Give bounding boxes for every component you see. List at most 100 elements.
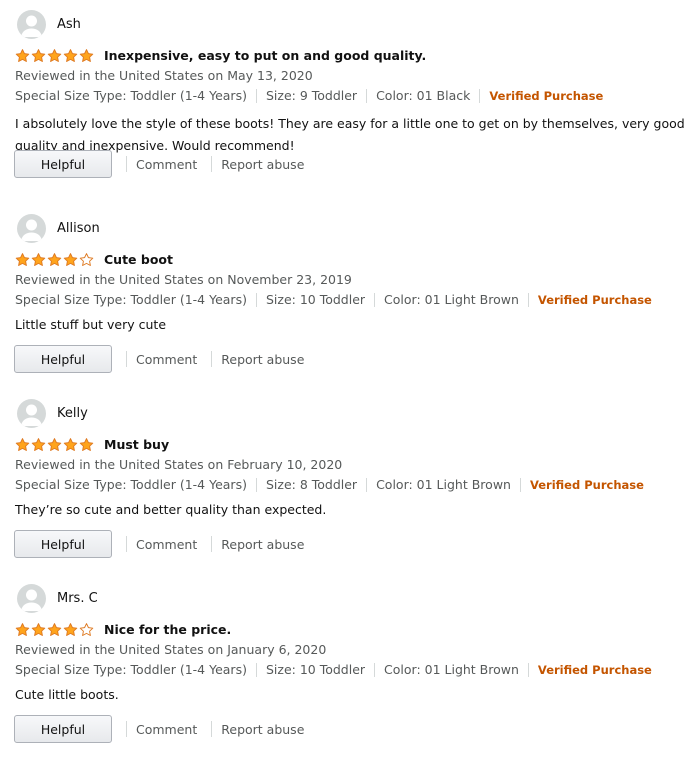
divider bbox=[211, 156, 213, 172]
divider bbox=[527, 662, 529, 677]
report-abuse-link[interactable]: Report abuse bbox=[221, 722, 304, 737]
comment-link[interactable]: Comment bbox=[136, 722, 197, 737]
star-filled-icon bbox=[15, 253, 30, 266]
star-filled-icon bbox=[31, 49, 46, 62]
reviewer-profile[interactable]: Kelly bbox=[17, 399, 88, 428]
divider bbox=[126, 156, 127, 172]
verified-purchase-badge: Verified Purchase bbox=[537, 292, 652, 307]
comment-link[interactable]: Comment bbox=[136, 537, 197, 552]
size-type-label[interactable]: Special Size Type: Toddler (1-4 Years) bbox=[15, 88, 247, 103]
review-actions: Helpful Comment Report abuse bbox=[14, 530, 304, 558]
reviewer-profile[interactable]: Mrs. C bbox=[17, 584, 98, 613]
review-date: Reviewed in the United States on Februar… bbox=[15, 457, 343, 472]
review-format-strip: Special Size Type: Toddler (1-4 Years) S… bbox=[15, 88, 603, 103]
size-label[interactable]: Size: 10 Toddler bbox=[266, 292, 365, 307]
review-body: Little stuff but very cute bbox=[15, 317, 167, 332]
helpful-button[interactable]: Helpful bbox=[14, 530, 112, 558]
star-rating[interactable] bbox=[15, 437, 95, 452]
reviewer-name: Ash bbox=[57, 17, 81, 32]
helpful-button[interactable]: Helpful bbox=[14, 345, 112, 373]
avatar-icon bbox=[17, 584, 46, 613]
star-filled-icon bbox=[79, 49, 94, 62]
review-title[interactable]: Must buy bbox=[104, 437, 169, 452]
star-filled-icon bbox=[63, 438, 78, 451]
star-filled-icon bbox=[15, 623, 30, 636]
size-type-label[interactable]: Special Size Type: Toddler (1-4 Years) bbox=[15, 292, 247, 307]
divider bbox=[374, 292, 376, 307]
star-filled-icon bbox=[15, 438, 30, 451]
size-type-label[interactable]: Special Size Type: Toddler (1-4 Years) bbox=[15, 477, 247, 492]
divider bbox=[479, 88, 481, 103]
color-label[interactable]: Color: 01 Light Brown bbox=[384, 662, 519, 677]
divider bbox=[255, 292, 257, 307]
review-card: Kelly Must buy Reviewed in the United St… bbox=[0, 370, 690, 558]
review-actions: Helpful Comment Report abuse bbox=[14, 345, 304, 373]
size-label[interactable]: Size: 8 Toddler bbox=[266, 477, 357, 492]
divider bbox=[255, 662, 257, 677]
divider bbox=[126, 721, 127, 737]
star-filled-icon bbox=[79, 438, 94, 451]
star-filled-icon bbox=[47, 49, 62, 62]
divider bbox=[255, 477, 257, 492]
report-abuse-link[interactable]: Report abuse bbox=[221, 352, 304, 367]
review-title[interactable]: Inexpensive, easy to put on and good qua… bbox=[104, 48, 426, 63]
verified-purchase-badge: Verified Purchase bbox=[489, 88, 604, 103]
divider bbox=[519, 477, 521, 492]
avatar-icon bbox=[17, 214, 46, 243]
review-format-strip: Special Size Type: Toddler (1-4 Years) S… bbox=[15, 477, 644, 492]
divider bbox=[126, 536, 127, 552]
star-rating[interactable] bbox=[15, 48, 95, 63]
star-filled-icon bbox=[47, 438, 62, 451]
divider bbox=[126, 351, 127, 367]
reviewer-name: Mrs. C bbox=[57, 591, 98, 606]
divider bbox=[211, 721, 213, 737]
review-date: Reviewed in the United States on May 13,… bbox=[15, 68, 313, 83]
review-body: They’re so cute and better quality than … bbox=[15, 502, 327, 517]
review-card: Allison Cute boot Reviewed in the United… bbox=[0, 185, 690, 373]
divider bbox=[255, 88, 257, 103]
review-actions: Helpful Comment Report abuse bbox=[14, 150, 304, 178]
color-label[interactable]: Color: 01 Black bbox=[376, 88, 470, 103]
star-rating[interactable] bbox=[15, 622, 95, 637]
divider bbox=[211, 351, 213, 367]
divider bbox=[211, 536, 213, 552]
helpful-button[interactable]: Helpful bbox=[14, 150, 112, 178]
size-label[interactable]: Size: 9 Toddler bbox=[266, 88, 357, 103]
star-empty-icon bbox=[79, 253, 94, 266]
review-card: Ash Inexpensive, easy to put on and good… bbox=[0, 0, 690, 185]
star-filled-icon bbox=[15, 49, 30, 62]
star-filled-icon bbox=[31, 253, 46, 266]
comment-link[interactable]: Comment bbox=[136, 352, 197, 367]
star-empty-icon bbox=[79, 623, 94, 636]
divider bbox=[374, 662, 376, 677]
avatar-icon bbox=[17, 10, 46, 39]
helpful-button[interactable]: Helpful bbox=[14, 715, 112, 743]
star-filled-icon bbox=[63, 253, 78, 266]
reviews-list: Ash Inexpensive, easy to put on and good… bbox=[0, 0, 690, 743]
review-date: Reviewed in the United States on January… bbox=[15, 642, 327, 657]
review-format-strip: Special Size Type: Toddler (1-4 Years) S… bbox=[15, 292, 652, 307]
color-label[interactable]: Color: 01 Light Brown bbox=[384, 292, 519, 307]
star-filled-icon bbox=[31, 623, 46, 636]
divider bbox=[527, 292, 529, 307]
size-type-label[interactable]: Special Size Type: Toddler (1-4 Years) bbox=[15, 662, 247, 677]
star-filled-icon bbox=[63, 623, 78, 636]
size-label[interactable]: Size: 10 Toddler bbox=[266, 662, 365, 677]
comment-link[interactable]: Comment bbox=[136, 157, 197, 172]
reviewer-profile[interactable]: Ash bbox=[17, 10, 81, 39]
divider bbox=[366, 477, 368, 492]
divider bbox=[366, 88, 368, 103]
star-rating[interactable] bbox=[15, 252, 95, 267]
report-abuse-link[interactable]: Report abuse bbox=[221, 537, 304, 552]
reviewer-profile[interactable]: Allison bbox=[17, 214, 100, 243]
review-actions: Helpful Comment Report abuse bbox=[14, 715, 304, 743]
color-label[interactable]: Color: 01 Light Brown bbox=[376, 477, 511, 492]
review-title[interactable]: Nice for the price. bbox=[104, 622, 231, 637]
review-date: Reviewed in the United States on Novembe… bbox=[15, 272, 352, 287]
review-card: Mrs. C Nice for the price. Reviewed in t… bbox=[0, 555, 690, 743]
reviewer-name: Allison bbox=[57, 221, 100, 236]
report-abuse-link[interactable]: Report abuse bbox=[221, 157, 304, 172]
verified-purchase-badge: Verified Purchase bbox=[537, 662, 652, 677]
review-title[interactable]: Cute boot bbox=[104, 252, 173, 267]
star-filled-icon bbox=[31, 438, 46, 451]
